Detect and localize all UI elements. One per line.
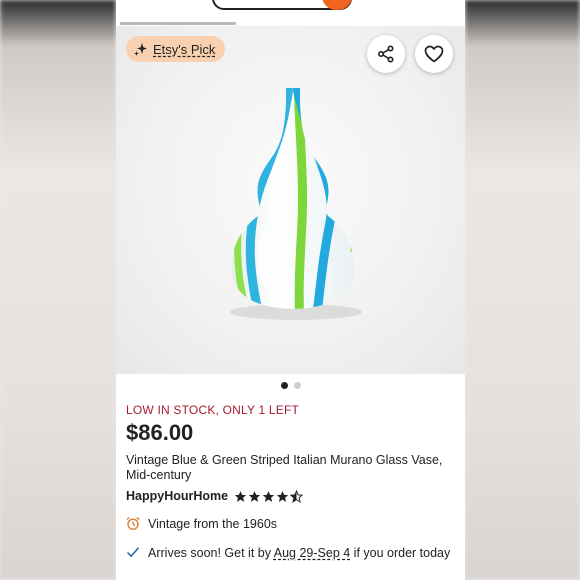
vintage-info: Vintage from the 1960s (126, 516, 277, 532)
star-icon (234, 490, 247, 502)
pagination-dot[interactable] (293, 382, 301, 389)
star-icon (262, 490, 275, 502)
scroll-indicator (120, 22, 236, 25)
delivery-dates-link[interactable]: Aug 29-Sep 4 (274, 546, 350, 560)
share-button[interactable] (367, 35, 405, 73)
star-half-icon (290, 489, 304, 503)
star-icon (276, 490, 289, 502)
product-photo-vase (230, 88, 362, 320)
etsys-pick-badge[interactable]: Etsy's Pick (126, 36, 226, 62)
sparkle-icon (134, 42, 148, 56)
share-icon (377, 45, 395, 63)
vintage-text: Vintage from the 1960s (148, 517, 278, 531)
background-right (465, 0, 580, 580)
alarm-clock-icon (126, 516, 140, 531)
shipping-info: Arrives soon! Get it by Aug 29-Sep 4 if … (126, 545, 456, 561)
top-bar (116, 0, 465, 18)
rating-stars[interactable] (234, 489, 304, 503)
gallery-pagination (116, 382, 465, 389)
background-left (0, 0, 116, 580)
favorite-button[interactable] (415, 35, 453, 73)
price: $86.00 (126, 420, 194, 445)
checkmark-icon (126, 545, 140, 559)
star-icon (248, 490, 261, 502)
shipping-prefix: Arrives soon! Get it by (148, 546, 274, 560)
shop-name-link[interactable]: HappyHourHome (126, 489, 228, 503)
shipping-text: Arrives soon! Get it by Aug 29-Sep 4 if … (148, 545, 450, 561)
seller-row: HappyHourHome (126, 489, 304, 503)
badge-label: Etsy's Pick (153, 41, 216, 57)
pagination-dot-active[interactable] (280, 382, 288, 389)
listing-screen: Etsy's Pick LOW IN STOCK, ONLY 1 LEFT $8… (116, 0, 465, 580)
listing-title: Vintage Blue & Green Striped Italian Mur… (126, 453, 443, 482)
shipping-suffix: if you order today (350, 546, 451, 560)
stock-notice: LOW IN STOCK, ONLY 1 LEFT (126, 403, 300, 417)
heart-icon (424, 45, 444, 63)
product-image-gallery[interactable]: Etsy's Pick (116, 26, 465, 374)
